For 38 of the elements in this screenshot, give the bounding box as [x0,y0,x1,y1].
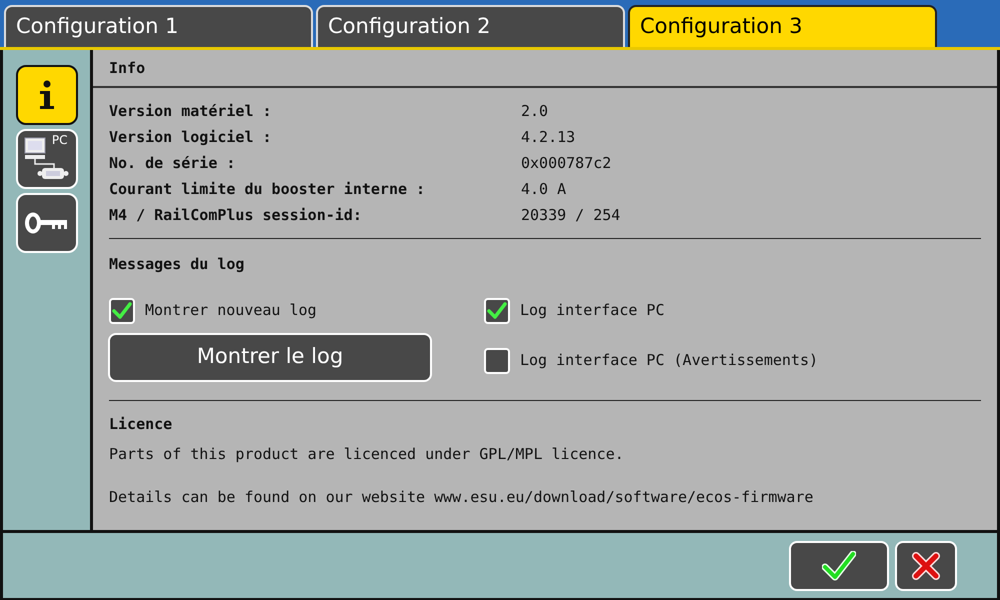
section-title: Messages du log [109,254,244,275]
checkbox-label: Log interface PC [520,300,664,322]
info-value: 2.0 [521,100,548,122]
checkmark-icon [487,302,507,320]
info-value: 20339 / 254 [521,204,620,226]
key-button[interactable] [16,193,78,253]
licence-text: Parts of this product are licenced under GPL/MPL licence. [109,444,624,465]
tab[interactable]: Configuration 1 [4,5,313,47]
computer-connector-icon [24,137,70,181]
info-value: 4.0 A [521,178,566,200]
info-value: 0x000787c2 [521,152,612,174]
info-label: Version logiciel : [109,126,273,148]
checkbox[interactable] [109,298,135,324]
info-icon [38,80,56,110]
show-log-button[interactable]: Montrer le log [108,332,432,382]
tab[interactable]: Configuration 2 [316,5,625,47]
section-title: Info [109,58,146,79]
licence-text: Details can be found on our website www.esu.eu/download/software/ecos-firmware [109,486,814,508]
checkmark-icon [112,302,132,320]
pc-label: PC [52,134,68,146]
tab[interactable]: Configuration 3 [628,5,937,47]
checkbox-label: Montrer nouveau log [145,300,317,322]
key-icon [24,212,68,234]
close-icon [912,552,940,580]
info-label: Version matériel : [109,100,273,122]
info-label: No. de série : [109,152,236,174]
checkmark-icon [822,550,856,580]
cancel-button[interactable] [895,540,957,590]
confirm-button[interactable] [789,540,889,590]
checkbox-label: Log interface PC (Avertissements) [520,350,818,372]
info-label: Courant limite du booster interne : [109,178,426,200]
info-label: M4 / RailComPlus session-id: [109,204,363,226]
pc-interface-button[interactable]: PC [16,129,78,189]
info-value: 4.2.13 [521,126,576,148]
section-title: Licence [109,414,172,434]
info-button[interactable] [16,65,78,125]
checkbox[interactable] [484,298,510,324]
checkbox[interactable] [484,348,510,374]
